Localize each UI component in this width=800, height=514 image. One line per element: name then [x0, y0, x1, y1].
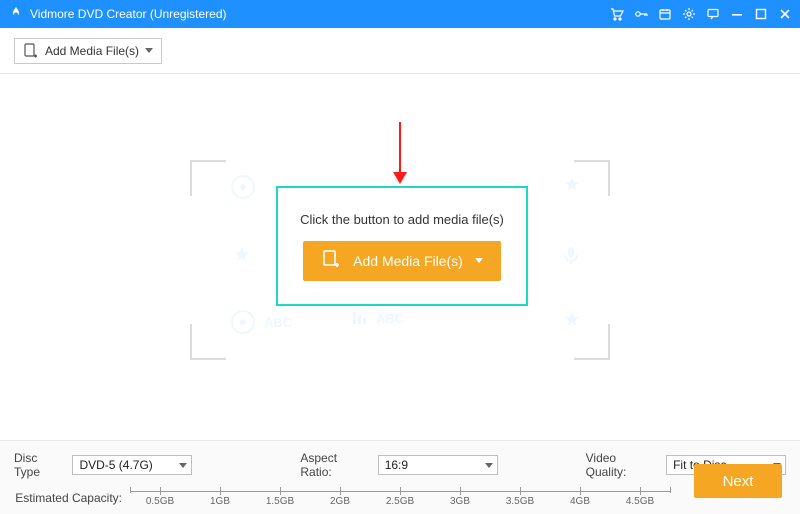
titlebar-actions [610, 7, 792, 21]
main-canvas: ABC ABC Click the button to add media fi… [0, 74, 800, 440]
footer-options: Disc Type DVD-5 (4.7G) Aspect Ratio: 16:… [14, 451, 786, 479]
ruler-tick [520, 487, 521, 495]
ruler-tick [580, 487, 581, 495]
history-icon[interactable] [658, 7, 672, 21]
capacity-label: Estimated Capacity: [14, 491, 122, 505]
annotation-arrow [395, 122, 405, 184]
ruler-tick-label: 3GB [450, 496, 470, 507]
cart-icon[interactable] [610, 7, 624, 21]
disc-type-select[interactable]: DVD-5 (4.7G) [72, 455, 192, 475]
ruler-tick-label: 3.5GB [506, 496, 534, 507]
capacity-ruler: 0.5GB 1GB 1.5GB 2GB 2.5GB 3GB 3.5GB 4GB 4.5GB [130, 487, 670, 509]
ruler-tick [460, 487, 461, 495]
next-button[interactable]: Next [694, 464, 782, 498]
chevron-down-icon [145, 48, 153, 53]
corner-decoration [574, 324, 610, 360]
disc-type-label: Disc Type [14, 451, 66, 479]
app-title: Vidmore DVD Creator (Unregistered) [30, 7, 227, 21]
add-media-big-button-label: Add Media File(s) [353, 253, 463, 269]
ruler-tick-label: 2.5GB [386, 496, 414, 507]
footer: Disc Type DVD-5 (4.7G) Aspect Ratio: 16:… [0, 440, 800, 514]
add-file-icon [321, 249, 341, 272]
maximize-icon[interactable] [754, 7, 768, 21]
ruler-tick [640, 487, 641, 495]
ruler-tick [160, 487, 161, 495]
close-icon[interactable] [778, 7, 792, 21]
toolbar: Add Media File(s) [0, 28, 800, 74]
video-quality-label: Video Quality: [586, 451, 660, 479]
disc-type-value: DVD-5 (4.7G) [79, 458, 152, 472]
add-media-hint: Click the button to add media file(s) [300, 212, 504, 227]
ruler-tick-label: 4.5GB [626, 496, 654, 507]
app-logo-icon [8, 6, 24, 22]
next-button-label: Next [723, 473, 754, 490]
ruler-tick [220, 487, 221, 495]
ruler-tick [130, 487, 131, 493]
add-media-callout: Click the button to add media file(s) Ad… [276, 186, 528, 306]
aspect-ratio-label: Aspect Ratio: [300, 451, 371, 479]
ruler-tick-label: 2GB [330, 496, 350, 507]
ruler-tick [280, 487, 281, 495]
ruler-tick-label: 0.5GB [146, 496, 174, 507]
aspect-ratio-value: 16:9 [385, 458, 408, 472]
settings-icon[interactable] [682, 7, 696, 21]
chevron-down-icon [179, 463, 187, 468]
add-media-button[interactable]: Add Media File(s) [14, 38, 162, 64]
corner-decoration [190, 324, 226, 360]
aspect-ratio-select[interactable]: 16:9 [378, 455, 498, 475]
add-media-big-button[interactable]: Add Media File(s) [303, 241, 501, 281]
ruler-tick-label: 1.5GB [266, 496, 294, 507]
add-media-button-label: Add Media File(s) [45, 44, 139, 58]
chevron-down-icon [475, 258, 483, 263]
ruler-tick [400, 487, 401, 495]
feedback-icon[interactable] [706, 7, 720, 21]
ruler-tick [340, 487, 341, 495]
minimize-icon[interactable] [730, 7, 744, 21]
titlebar: Vidmore DVD Creator (Unregistered) [0, 0, 800, 28]
corner-decoration [190, 160, 226, 196]
chevron-down-icon [485, 463, 493, 468]
capacity-row: Estimated Capacity: 0.5GB 1GB 1.5GB 2GB 2.5G… [14, 487, 786, 509]
corner-decoration [574, 160, 610, 196]
ruler-tick-label: 4GB [570, 496, 590, 507]
key-icon[interactable] [634, 7, 648, 21]
add-file-icon [23, 43, 39, 59]
ruler-tick [670, 487, 671, 493]
ruler-tick-label: 1GB [210, 496, 230, 507]
